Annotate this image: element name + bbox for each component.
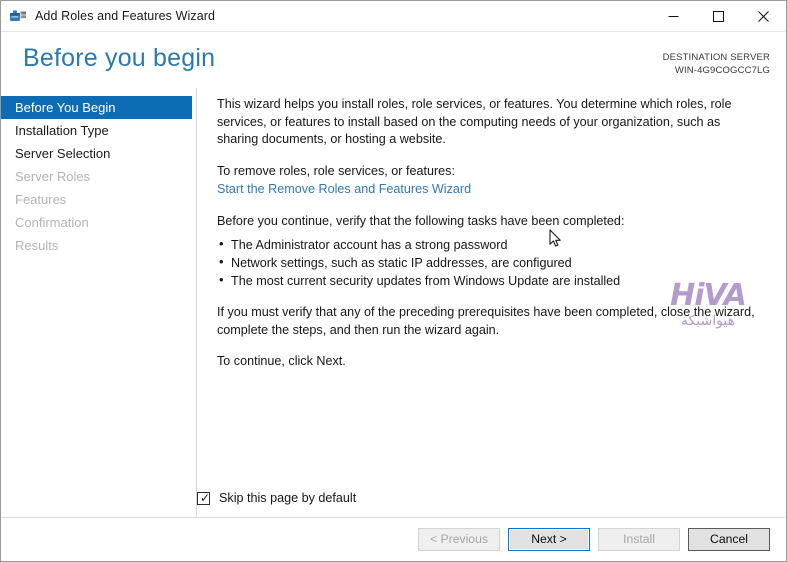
destination-server: DESTINATION SERVER WIN-4G9COGCC7LG: [663, 51, 770, 77]
window-controls: [651, 1, 786, 31]
maximize-icon[interactable]: [696, 1, 741, 31]
verify-prompt: Before you continue, verify that the fol…: [217, 213, 625, 228]
destination-server-label: DESTINATION SERVER: [662, 52, 770, 63]
watermark-mark: HiVA: [660, 280, 756, 312]
continue-paragraph: To continue, click Next.: [217, 354, 346, 368]
window-title: Add Roles and Features Wizard: [35, 9, 216, 23]
install-button: Install: [598, 528, 680, 551]
page-header: Before you begin DESTINATION SERVER WIN-…: [1, 32, 786, 88]
sidebar-item-server-roles: Server Roles: [15, 169, 91, 184]
minimize-icon[interactable]: [651, 1, 696, 31]
page-title: Before you begin: [23, 44, 216, 72]
destination-server-name: WIN-4G9COGCC7LG: [674, 65, 770, 76]
skip-page-checkbox[interactable]: ✓: [197, 490, 211, 505]
skip-page-checkbox-row[interactable]: ✓ Skip this page by default: [197, 491, 356, 505]
watermark-mark-text: HiVA: [670, 278, 747, 313]
body-area: Before You Begin Installation Type Serve…: [1, 88, 786, 517]
intro-paragraph: This wizard helps you install roles, rol…: [217, 97, 732, 146]
cancel-button[interactable]: Cancel: [688, 528, 770, 551]
sidebar-item-before-you-begin[interactable]: Before You Begin: [1, 96, 192, 119]
footer-buttons: < Previous Next > Install Cancel: [1, 517, 786, 561]
list-item: Network settings, such as static IP addr…: [217, 253, 765, 272]
remove-prompt: To remove roles, role services, or featu…: [217, 163, 455, 178]
previous-button: < Previous: [418, 528, 500, 551]
sidebar-item-features: Features: [15, 192, 67, 207]
sidebar-item-installation-type[interactable]: Installation Type: [1, 119, 196, 142]
next-button[interactable]: Next >: [508, 528, 590, 551]
wizard-window: Add Roles and Features Wizard Before you…: [0, 0, 787, 562]
sidebar-item-confirmation: Confirmation: [15, 215, 89, 230]
remove-roles-wizard-link[interactable]: Start the Remove Roles and Features Wiza…: [217, 181, 768, 199]
close-icon[interactable]: [741, 1, 786, 31]
sidebar-item-server-selection[interactable]: Server Selection: [1, 142, 196, 165]
wizard-steps-sidebar: Before You Begin Installation Type Serve…: [1, 88, 197, 517]
title-bar: Add Roles and Features Wizard: [1, 1, 786, 32]
check-icon: ✓: [200, 490, 211, 505]
sidebar-item-results: Results: [15, 238, 59, 253]
content-pane: This wizard helps you install roles, rol…: [197, 88, 786, 517]
hiva-watermark-logo: HiVA هیواشبکه: [660, 280, 756, 331]
watermark-subtitle: هیواشبکه: [681, 313, 735, 329]
list-item: The Administrator account has a strong p…: [217, 235, 765, 254]
server-toolbox-icon: [9, 7, 27, 25]
skip-page-checkbox-label: Skip this page by default: [219, 491, 357, 505]
